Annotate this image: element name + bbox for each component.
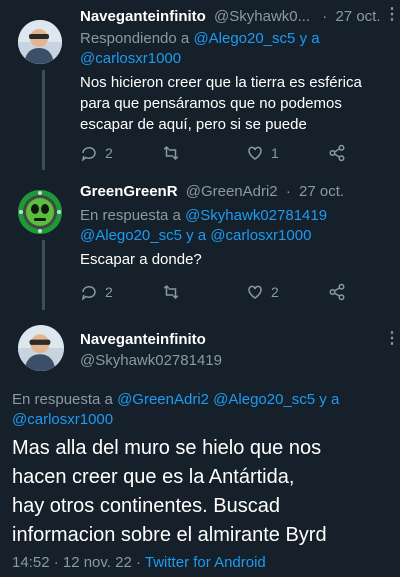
tweet-source[interactable]: Twitter for Android <box>145 554 266 571</box>
mention-link[interactable]: @Alego20_sc5 y a <box>193 30 319 47</box>
author-name[interactable]: Naveganteinfinito <box>80 330 206 350</box>
like-button[interactable]: 2 <box>246 283 279 301</box>
reply-count: 2 <box>105 145 113 161</box>
share-icon <box>329 283 345 301</box>
reply-button[interactable]: 2 <box>80 283 113 301</box>
author-handle[interactable]: @Skyhawk02781419 <box>80 351 222 371</box>
text-line: escapar de aquí, pero si se puede <box>80 116 307 133</box>
share-icon <box>329 144 345 162</box>
reply-icon <box>81 146 96 162</box>
reply-prefix: En respuesta a <box>12 391 113 408</box>
tweet-timestamp[interactable]: 14:52 · 12 nov. 22 · <box>12 554 141 571</box>
text-line: Mas alla del muro se hielo que nos <box>12 437 322 459</box>
avatar[interactable] <box>18 325 64 371</box>
mention-link[interactable]: @Alego20_sc5 y a @carlosxr1000 <box>80 226 311 246</box>
author-name[interactable]: Naveganteinfinito <box>80 8 206 25</box>
reply-prefix: Respondiendo a <box>80 30 190 47</box>
text-line: hacen creer que es la Antártida, <box>12 466 295 488</box>
share-button[interactable] <box>328 144 346 162</box>
text-line: hay otros continentes. Buscad <box>12 495 280 517</box>
text-line: informacion sobre el almirante Byrd <box>12 524 327 546</box>
author-handle[interactable]: @GreenAdri2 <box>186 183 278 200</box>
text-line: para que pensáramos que no podemos <box>80 95 342 112</box>
retweet-icon <box>163 284 179 300</box>
more-icon[interactable]: ⋮ <box>384 328 400 348</box>
tweet-text: Escapar a donde? <box>80 251 202 268</box>
retweet-icon <box>163 145 179 161</box>
dot-separator: · <box>322 8 328 25</box>
tweet-text: Nos hicieron creer que la tierra es esfé… <box>80 72 362 135</box>
more-icon[interactable]: ⋮ <box>384 4 400 24</box>
mention-link[interactable]: @GreenAdri2 @Alego20_sc5 y a <box>117 391 339 408</box>
tweet-text: Mas alla del muro se hielo que nos hacen… <box>12 434 327 550</box>
reply-context: Respondiendo a @Alego20_sc5 y a <box>80 29 320 49</box>
mention-link[interactable]: @Skyhawk02781419 <box>185 207 327 224</box>
like-count: 2 <box>271 284 279 300</box>
reply-icon <box>81 285 96 301</box>
tweet-header: Naveganteinfinito @Skyhawk0... · 27 oct. <box>80 7 381 27</box>
retweet-button[interactable] <box>162 144 187 162</box>
tweet-time[interactable]: 27 oct. <box>335 8 380 25</box>
thread-line <box>42 70 45 170</box>
reply-button[interactable]: 2 <box>80 144 113 162</box>
avatar[interactable] <box>18 190 62 234</box>
reply-context: En respuesta a @Skyhawk02781419 <box>80 206 327 226</box>
retweet-button[interactable] <box>162 283 187 301</box>
text-line: Nos hicieron creer que la tierra es esfé… <box>80 74 362 91</box>
reply-count: 2 <box>105 284 113 300</box>
reply-prefix: En respuesta a <box>80 207 181 224</box>
author-name[interactable]: GreenGreenR <box>80 183 178 200</box>
share-button[interactable] <box>328 283 346 301</box>
like-icon <box>248 285 262 299</box>
dot-separator: · <box>285 183 291 200</box>
mention-link[interactable]: @carlosxr1000 <box>80 49 181 69</box>
author-handle[interactable]: @Skyhawk0... <box>214 8 310 25</box>
thread-line <box>42 240 45 310</box>
tweet-time[interactable]: 27 oct. <box>299 183 344 200</box>
like-icon <box>248 146 262 160</box>
tweet-meta: 14:52 · 12 nov. 22 · Twitter for Android <box>12 553 266 573</box>
like-count: 1 <box>271 145 279 161</box>
tweet-actions: 2 1 <box>80 142 370 164</box>
mention-link[interactable]: @carlosxr1000 <box>12 410 113 430</box>
tweet-header: GreenGreenR @GreenAdri2 · 27 oct. <box>80 182 344 202</box>
tweet-actions: 2 2 <box>80 281 370 303</box>
like-button[interactable]: 1 <box>246 144 279 162</box>
avatar[interactable] <box>18 20 62 64</box>
reply-context: En respuesta a @GreenAdri2 @Alego20_sc5 … <box>12 390 339 410</box>
